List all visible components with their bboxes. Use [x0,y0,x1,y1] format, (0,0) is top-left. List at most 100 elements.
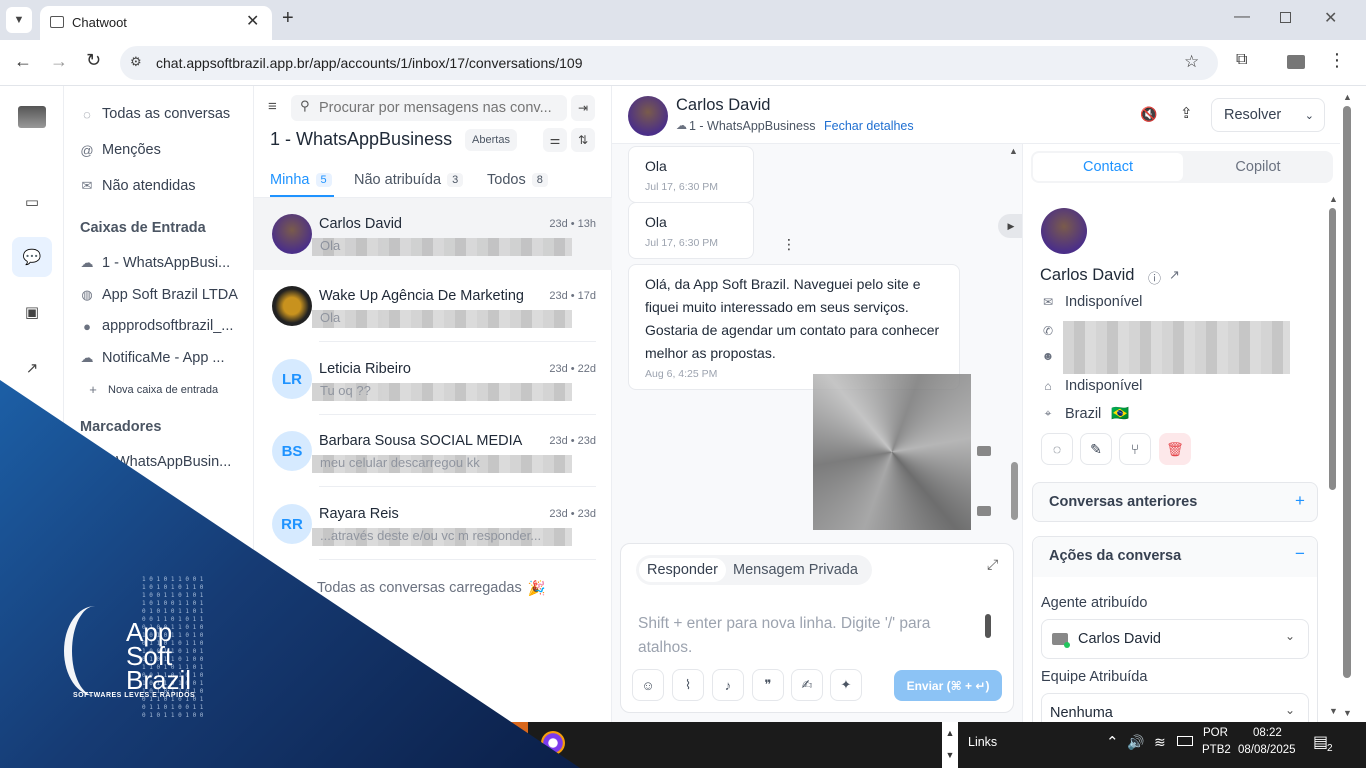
tray-chevron-icon[interactable]: ⌃ [1106,733,1119,751]
ai-assist-button[interactable]: ✦ [830,669,862,701]
new-message-button[interactable]: ◌ [1041,433,1073,465]
tab-contact[interactable]: Contact [1033,153,1183,181]
resolve-button[interactable]: Resolver ⌄ [1211,98,1325,132]
sidebar-inbox-0[interactable]: ☁ 1 - WhatsAppBusi... [80,255,231,271]
tab-reply[interactable]: Responder [639,558,726,582]
status-filter-pill[interactable]: Abertas [465,129,517,151]
forward-icon[interactable]: → [50,51,68,72]
panel-scroll-up-icon[interactable]: ▲ [1329,194,1338,204]
conversation-row[interactable]: RR Rayara Reis 23d • 23d ...através dest… [254,488,612,560]
tab-count: 5 [315,173,332,187]
image-attachment[interactable] [813,374,971,530]
browser-menu-icon[interactable]: ⋮ [1328,50,1346,71]
quote-button[interactable]: ❞ [752,669,784,701]
battery-icon[interactable] [1177,736,1193,746]
site-info-icon[interactable]: ⚙ [130,54,142,70]
message-input[interactable]: Shift + enter para nova linha. Digite '/… [638,612,974,660]
extensions-icon[interactable]: ⧉ [1236,51,1247,69]
close-window-icon[interactable]: ✕ [1324,8,1337,28]
send-button[interactable]: Enviar (⌘ + ↵) [894,670,1002,701]
agent-select[interactable]: Carlos David ⌄ [1041,619,1309,659]
inbox-icon[interactable]: ▭ [20,190,44,214]
avatar: BS [272,431,312,471]
new-tab-icon[interactable]: + [282,7,294,30]
attach-button[interactable]: ⌇ [672,669,704,701]
message-bubble: Olá, da App Soft Brazil. Naveguei pelo s… [628,264,960,390]
sidebar-label-0[interactable]: WhatsAppBusin... [116,454,231,470]
filter-icon[interactable]: ⚌ [543,128,567,152]
composer-scrollbar[interactable] [985,614,991,638]
profile-icon[interactable] [1287,55,1305,69]
sidebar-inbox-1[interactable]: ◍ App Soft Brazil LTDA [80,287,238,303]
search-box[interactable]: ⚲ [291,95,567,121]
close-details-link[interactable]: Fechar detalhes [824,119,914,133]
minus-icon: − [1295,544,1305,563]
tab-search-button[interactable]: ▼ [6,7,32,33]
taskbar-scroll[interactable]: ▲ ▼ [942,722,958,768]
sidebar-item-unattended[interactable]: ✉ Não atendidas [80,178,196,194]
search-input[interactable] [319,98,563,118]
scroll-up-icon[interactable]: ▲ [1009,146,1018,156]
conversation-row[interactable]: BS Barbara Sousa SOCIAL MEDIA 23d • 23d … [254,415,612,487]
compose-icon[interactable]: ⇥ [571,95,595,121]
language-primary[interactable]: POR [1203,727,1228,739]
sidebar-inbox-2[interactable]: ● appprodsoftbrazil_... [80,318,233,334]
edit-contact-button[interactable]: ✎ [1080,433,1112,465]
panel-scroll-down-icon[interactable]: ▼ [1329,706,1338,716]
merge-contact-button[interactable]: ⑂ [1119,433,1151,465]
external-link-icon[interactable]: ↗ [1169,267,1180,283]
conversations-icon[interactable]: 💬 [12,237,52,277]
maximize-icon[interactable] [1280,12,1291,23]
notifications-icon[interactable]: ▤ [1313,732,1328,752]
links-toolbar[interactable]: Links [968,735,997,749]
conversation-scrollbar[interactable] [1011,462,1018,520]
contacts-icon[interactable]: ▣ [20,300,44,324]
tab-close-icon[interactable]: ✕ [246,11,259,31]
share-icon[interactable]: ⇪ [1180,104,1193,122]
tab-private-note[interactable]: Mensagem Privada [733,558,858,582]
expand-composer-icon[interactable]: ⤢ [987,556,998,573]
toggle-sidebar-icon[interactable]: ≡ [268,98,277,115]
expand-panel-icon[interactable]: ▶ [998,214,1024,238]
browser-tab[interactable]: Chatwoot ✕ [40,6,272,40]
tab-copilot[interactable]: Copilot [1183,153,1333,181]
conversation-row[interactable]: Carlos David 23d • 13h Ola [254,198,612,270]
clock-time[interactable]: 08:22 [1253,727,1282,739]
section-header[interactable]: Ações da conversa − [1033,537,1317,577]
message-menu-icon[interactable]: ⋮ [782,236,796,253]
tab-all[interactable]: Todos 8 [487,172,548,188]
clock-date[interactable]: 08/08/2025 [1238,744,1296,756]
volume-icon[interactable]: 🔊 [1127,734,1144,751]
page-scroll-up-icon[interactable]: ▲ [1343,92,1352,102]
emoji-button[interactable]: ☺ [632,669,664,701]
tab-unassigned[interactable]: Não atribuída 3 [354,172,464,188]
contact-avatar[interactable] [628,96,668,136]
mute-icon[interactable]: 🔇 [1140,106,1157,123]
page-scroll-down-icon[interactable]: ▼ [1343,708,1352,718]
sort-icon[interactable]: ⇅ [571,128,595,152]
page-scrollbar[interactable] [1343,106,1351,678]
sidebar-item-mentions[interactable]: @ Menções [80,142,160,158]
signature-button[interactable]: ✍ [791,669,823,701]
audio-button[interactable]: ♪ [712,669,744,701]
conversation-row[interactable]: Wake Up Agência De Marketing 23d • 17d O… [254,270,612,342]
new-inbox-button[interactable]: + Nova caixa de entrada [86,382,218,397]
previous-conversations-section[interactable]: Conversas anteriores + [1032,482,1318,522]
reports-icon[interactable]: ↗ [20,356,44,380]
back-icon[interactable]: ← [14,51,32,72]
tab-mine[interactable]: Minha 5 [270,172,332,188]
minimize-icon[interactable]: — [1234,8,1250,26]
timestamp: 23d • 22d [549,363,596,375]
bookmark-star-icon[interactable]: ☆ [1184,52,1199,72]
conversation-row[interactable]: LR Leticia Ribeiro 23d • 22d Tu oq ?? [254,343,612,415]
url-field[interactable]: ⚙ chat.appsoftbrazil.app.br/app/accounts… [120,46,1218,80]
whatsapp-icon: ● [83,318,91,334]
info-icon[interactable]: ⓘ [1148,268,1161,287]
sidebar-inbox-3[interactable]: ☁ NotificaMe - App ... [80,350,225,366]
panel-scrollbar[interactable] [1329,208,1336,490]
delete-contact-button[interactable]: 🗑 [1159,433,1191,465]
reload-icon[interactable]: ↻ [86,50,101,71]
sidebar-item-all-conversations[interactable]: ◌ Todas as conversas [80,106,230,122]
wifi-icon[interactable]: ≋ [1154,734,1166,751]
language-secondary[interactable]: PTB2 [1202,744,1231,756]
